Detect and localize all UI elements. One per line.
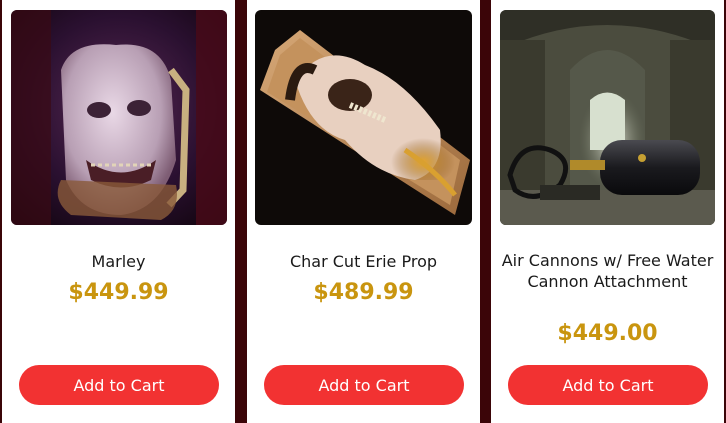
product-image[interactable] — [500, 10, 715, 225]
product-image[interactable] — [255, 10, 472, 225]
product-name[interactable]: Air Cannons w/ Free Water Cannon Attachm… — [497, 250, 718, 292]
add-to-cart-button[interactable]: Add to Cart — [508, 365, 708, 405]
product-card: Marley $449.99 Add to Cart — [2, 0, 235, 423]
product-image[interactable] — [11, 10, 227, 225]
product-card: Air Cannons w/ Free Water Cannon Attachm… — [491, 0, 724, 423]
product-card: Char Cut Erie Prop $489.99 Add to Cart — [247, 0, 480, 423]
add-to-cart-button[interactable]: Add to Cart — [264, 365, 464, 405]
product-price: $449.00 — [557, 321, 658, 346]
product-grid: Marley $449.99 Add to Cart Char Cut Erie… — [0, 0, 726, 423]
product-name[interactable]: Marley — [8, 251, 229, 272]
product-image-graphic — [500, 10, 715, 225]
product-price: $449.99 — [68, 280, 169, 305]
product-image-graphic — [255, 10, 472, 225]
product-price: $489.99 — [313, 280, 414, 305]
product-name[interactable]: Char Cut Erie Prop — [253, 251, 474, 272]
product-image-graphic — [11, 10, 227, 225]
add-to-cart-button[interactable]: Add to Cart — [19, 365, 219, 405]
